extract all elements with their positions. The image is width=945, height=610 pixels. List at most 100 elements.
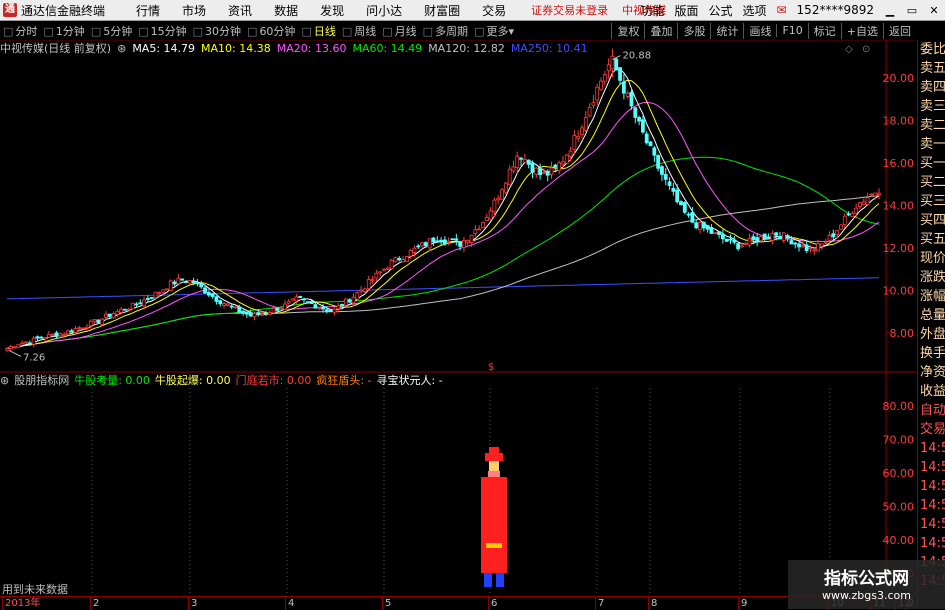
side-panel-item[interactable]: 14:56 bbox=[918, 458, 945, 477]
candle-up bbox=[877, 192, 881, 195]
candle-down bbox=[264, 312, 268, 315]
side-panel-item[interactable]: 买一 bbox=[918, 154, 945, 173]
candle-down bbox=[123, 308, 127, 311]
candle-up bbox=[842, 215, 847, 226]
period-tab[interactable]: □ 分时 bbox=[3, 23, 37, 39]
candle-down bbox=[633, 107, 638, 118]
side-panel-item[interactable]: 14:56 bbox=[918, 439, 945, 458]
side-panel-item[interactable]: 买三 bbox=[918, 192, 945, 211]
side-panel-item[interactable]: 委比 bbox=[918, 40, 945, 59]
side-panel-item[interactable]: 卖五 bbox=[918, 59, 945, 78]
side-panel-item[interactable]: 14:56 bbox=[918, 534, 945, 553]
side-panel-item[interactable]: 现价 bbox=[918, 249, 945, 268]
figure-hat bbox=[485, 453, 503, 461]
side-panel-item[interactable]: 总量 bbox=[918, 306, 945, 325]
tool-fuquan[interactable]: 复权 bbox=[611, 22, 644, 39]
settings-icon[interactable]: ⊛ bbox=[117, 42, 126, 55]
menu-options[interactable]: 选项 bbox=[742, 2, 766, 19]
menu-layout[interactable]: 版面 bbox=[674, 2, 698, 19]
side-panel-item[interactable]: 卖四 bbox=[918, 78, 945, 97]
period-tab-more[interactable]: □ 更多▾ bbox=[474, 23, 514, 39]
user-account[interactable]: 152****9892 bbox=[797, 3, 874, 17]
candle-up bbox=[827, 234, 832, 241]
tool-overlay[interactable]: 叠加 bbox=[644, 22, 677, 39]
menu-ask[interactable]: 问小达 bbox=[366, 2, 402, 19]
menu-function[interactable]: 功能 bbox=[640, 2, 664, 19]
menu-wealth[interactable]: 财富圈 bbox=[424, 2, 460, 19]
tool-multi-stock[interactable]: 多股 bbox=[677, 22, 710, 39]
side-panel-item[interactable]: 卖三 bbox=[918, 97, 945, 116]
candle-down bbox=[804, 244, 809, 252]
menu-discover[interactable]: 发现 bbox=[320, 2, 344, 19]
menu-market[interactable]: 市场 bbox=[182, 2, 206, 19]
candle-up bbox=[759, 236, 763, 242]
tool-back[interactable]: 返回 bbox=[883, 22, 916, 39]
period-tab[interactable]: □ 周线 bbox=[342, 23, 376, 39]
tab-icon: □ bbox=[247, 24, 258, 38]
figure-boot bbox=[484, 573, 492, 587]
trade-login-notice[interactable]: 证券交易未登录 bbox=[531, 2, 608, 18]
candle-up bbox=[823, 241, 828, 244]
period-tab[interactable]: □ 15分钟 bbox=[138, 23, 186, 39]
menu-trade[interactable]: 交易 bbox=[482, 2, 506, 19]
price-tick-label: 18.00 bbox=[883, 115, 915, 128]
candle-up bbox=[591, 102, 596, 106]
menu-formula[interactable]: 公式 bbox=[708, 2, 732, 19]
ma10-line bbox=[6, 79, 880, 349]
candle-up bbox=[781, 232, 786, 241]
side-panel-item[interactable]: 买四 bbox=[918, 211, 945, 230]
side-panel-item[interactable]: 涨幅 bbox=[918, 287, 945, 306]
period-tab[interactable]: □ 多周期 bbox=[423, 23, 468, 39]
period-tab[interactable]: □ 1分钟 bbox=[43, 23, 84, 39]
candle-up bbox=[515, 155, 520, 169]
candle-down bbox=[347, 299, 352, 303]
side-panel-item[interactable]: 涨跌 bbox=[918, 268, 945, 287]
side-panel-item[interactable]: 卖二 bbox=[918, 116, 945, 135]
candle-up bbox=[370, 279, 375, 282]
period-tab[interactable]: □ 月线 bbox=[382, 23, 416, 39]
side-panel-item[interactable]: 14:56 bbox=[918, 515, 945, 534]
candle-down bbox=[180, 278, 185, 281]
side-panel-item[interactable]: 14:56 bbox=[918, 477, 945, 496]
side-panel-item[interactable]: 外盘 bbox=[918, 325, 945, 344]
candle-up bbox=[100, 318, 105, 325]
close-icon[interactable]: ✕ bbox=[923, 4, 945, 17]
menu-news[interactable]: 资讯 bbox=[228, 2, 252, 19]
menu-quotes[interactable]: 行情 bbox=[136, 2, 160, 19]
candle-up bbox=[595, 86, 600, 101]
menu-data[interactable]: 数据 bbox=[274, 2, 298, 19]
period-tab[interactable]: □ 30分钟 bbox=[193, 23, 241, 39]
period-tab[interactable]: □ 5分钟 bbox=[91, 23, 132, 39]
period-tab[interactable]: □ 60分钟 bbox=[247, 23, 295, 39]
side-panel-item[interactable]: 买五 bbox=[918, 230, 945, 249]
maximize-icon[interactable]: ▭ bbox=[901, 4, 923, 17]
tool-add-favorite[interactable]: +自选 bbox=[840, 22, 883, 39]
signal-marker: $ bbox=[488, 362, 494, 373]
minimize-icon[interactable]: ▁ bbox=[879, 4, 901, 17]
side-panel-item[interactable]: 换手 bbox=[918, 344, 945, 363]
candle-down bbox=[69, 330, 74, 333]
side-panel-item[interactable]: 卖一 bbox=[918, 135, 945, 154]
candle-up bbox=[522, 159, 527, 163]
tool-stats[interactable]: 统计 bbox=[710, 22, 743, 39]
kline-chart[interactable]: 20.887.26$ 8.0010.0012.0014.0016.0018.00… bbox=[0, 40, 917, 596]
side-panel-item[interactable]: 买二 bbox=[918, 173, 945, 192]
side-panel-item[interactable]: 收益 bbox=[918, 382, 945, 401]
tool-draw[interactable]: 画线 bbox=[743, 22, 776, 39]
side-panel-item[interactable]: 14:56 bbox=[918, 496, 945, 515]
period-tab-active[interactable]: □ 日线 bbox=[301, 23, 335, 39]
side-panel-item[interactable]: 自动 bbox=[918, 401, 945, 420]
tool-f10[interactable]: F10 bbox=[776, 24, 807, 37]
settings-icon[interactable]: ⊛ bbox=[0, 374, 9, 387]
mail-icon[interactable]: ✉ bbox=[776, 3, 786, 17]
side-panel-item[interactable]: 净资 bbox=[918, 363, 945, 382]
candle-down bbox=[229, 305, 234, 308]
candle-up bbox=[507, 168, 512, 185]
candle-up bbox=[16, 344, 21, 348]
side-panel-item[interactable]: 交易 bbox=[918, 420, 945, 439]
tool-mark[interactable]: 标记 bbox=[807, 22, 841, 39]
ma10-label: MA10: 14.38 bbox=[201, 41, 271, 55]
quote-side-panel: 委比 卖五 卖四 卖三 卖二 卖一 买一 买二 买三 买四 买五 现价 涨跌 涨幅 总量 外盘 换手 净资 收益 自动… bbox=[917, 40, 945, 609]
menubar-right: 功能 版面 公式 选项 ✉ 152****9892 ▁ ▭ ✕ bbox=[635, 0, 945, 20]
candle-down bbox=[641, 119, 645, 133]
